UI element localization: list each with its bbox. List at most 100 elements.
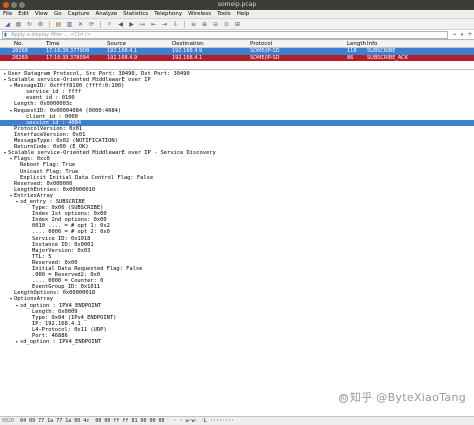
detail-text: Index 1st options: 0x00 <box>32 211 107 218</box>
column-time[interactable]: Time <box>46 41 59 47</box>
apply-filter-arrow-icon[interactable]: → <box>450 31 458 39</box>
detail-text: ReturnCode: 0x00 (E_OK) <box>14 144 89 151</box>
detail-text: Reserved: 0x000000 <box>14 180 73 187</box>
detail-text: Type: 0x04 (IPv4_ENDPOINT) <box>32 314 117 321</box>
column-no[interactable]: No. <box>14 41 23 47</box>
detail-text: User Datagram Protocol, Src Port: 30490,… <box>8 71 190 77</box>
toolbar-separator <box>184 20 185 28</box>
filter-placeholder: Apply a display filter ... <Ctrl-/> <box>11 31 92 38</box>
menu-wireless[interactable]: Wireless <box>188 11 211 17</box>
stop-capture-icon[interactable]: ■ <box>14 20 23 28</box>
restart-capture-icon[interactable]: ↻ <box>25 20 34 28</box>
detail-text: InterfaceVersion: 0x01 <box>14 131 86 138</box>
packet-info: SUBSCRIBE <box>367 48 396 55</box>
packet-bytes-pane: 0020 04 09 77 1a 77 1a 00 4c 00 00 ff ff… <box>0 416 474 425</box>
reload-file-icon[interactable]: ⟳ <box>87 20 96 28</box>
packet-protocol: SOME/IP-SD <box>250 48 280 55</box>
save-file-icon[interactable]: ▥ <box>65 20 74 28</box>
detail-text: Reserved: 0x00 <box>32 259 78 266</box>
go-to-packet-icon[interactable]: ↦ <box>138 20 147 28</box>
menu-view[interactable]: View <box>35 11 48 17</box>
window-title-bar: someip.pcap <box>0 0 474 10</box>
detail-text: IP: 192.168.4.1 <box>32 320 81 327</box>
capture-options-icon[interactable]: ⚙ <box>36 20 45 28</box>
menu-statistics[interactable]: Statistics <box>123 11 148 17</box>
packet-row[interactable]: 28269 17:16:39.378094 192.168.4.9 192.16… <box>0 54 474 61</box>
bookmark-icon[interactable]: ▮ <box>4 32 7 38</box>
detail-text: ProtocolVersion: 0x01 <box>14 125 83 132</box>
packet-no: 28269 <box>12 54 28 61</box>
detail-text: Unicast Flag: True <box>20 168 79 175</box>
detail-text: event_id : 0100 <box>26 95 75 102</box>
detail-text: Length: 0x0000003c <box>14 101 73 108</box>
display-filter-input[interactable]: ▮ Apply a display filter ... <Ctrl-/> <box>2 30 448 39</box>
menu-file[interactable]: File <box>3 11 12 17</box>
maximize-window-button[interactable] <box>19 2 25 8</box>
go-back-icon[interactable]: ◀ <box>116 20 125 28</box>
zoom-out-icon[interactable]: ⊖ <box>211 20 220 28</box>
packet-source: 192.168.4.1 <box>107 48 138 55</box>
detail-text: Instance ID: 0x0001 <box>32 241 94 248</box>
hex-offset: 0020 <box>2 418 15 424</box>
packet-length: 86 <box>347 54 354 61</box>
menu-tools[interactable]: Tools <box>217 11 231 17</box>
detail-text: OptionsArray <box>14 296 53 303</box>
hex-ascii: · · w·w· ·L ········ <box>173 418 234 424</box>
detail-row[interactable]: ▸ sd_option : IPV4_ENDPOINT <box>0 339 474 345</box>
packet-list-empty-area <box>0 61 474 70</box>
packet-list-header: No. Time Source Destination Protocol Len… <box>0 40 474 48</box>
detail-text: 0010 .... = # opt 1: 0x2 <box>32 223 110 230</box>
column-info[interactable]: Info <box>367 41 377 47</box>
main-toolbar: ◢ ■ ↻ ⚙ ▤ ▥ ✕ ⟳ ⌕ ◀ ▶ ↦ ⇤ ⇥ ⇩ ≡ ⊕ ⊖ ⊙ ⊞ <box>0 19 474 30</box>
packet-time: 17:16:39.378094 <box>46 54 90 61</box>
detail-text: sd_entry : SUBSCRIBE <box>20 198 85 205</box>
detail-text: MessageID: 0xffff8100 (ffff:0:100) <box>14 83 125 90</box>
open-file-icon[interactable]: ▤ <box>54 20 63 28</box>
detail-text: .000 = Reserved2: 0x0 <box>32 272 101 279</box>
minimize-window-button[interactable] <box>11 2 17 8</box>
detail-text: Port: 46886 <box>32 333 68 340</box>
watermark: 知知乎 @ByteXiaoTang <box>338 389 466 405</box>
first-packet-icon[interactable]: ⇤ <box>149 20 158 28</box>
close-file-icon[interactable]: ✕ <box>76 20 85 28</box>
detail-text: RequestID: 0x00004084 (0000:4084) <box>14 107 122 114</box>
shark-fin-start-icon[interactable]: ◢ <box>3 20 12 28</box>
detail-text: Reboot Flag: True <box>20 162 76 169</box>
column-protocol[interactable]: Protocol <box>250 41 272 47</box>
menu-capture[interactable]: Capture <box>68 11 90 17</box>
last-packet-icon[interactable]: ⇥ <box>160 20 169 28</box>
column-source[interactable]: Source <box>107 41 126 47</box>
add-filter-button-icon[interactable]: + <box>466 31 474 39</box>
display-filter-bar: ▮ Apply a display filter ... <Ctrl-/> → … <box>0 30 474 40</box>
find-packet-icon[interactable]: ⌕ <box>105 20 114 28</box>
colorize-icon[interactable]: ≡ <box>189 20 198 28</box>
detail-text: service_id : ffff <box>26 89 82 96</box>
menu-go[interactable]: Go <box>54 11 62 17</box>
detail-text: LengthOptions: 0x00000018 <box>14 290 96 297</box>
detail-text: Index 2nd options: 0x00 <box>32 217 107 224</box>
menu-analyze[interactable]: Analyze <box>95 11 117 17</box>
detail-text: Scalable service-Oriented MiddlewarE ove… <box>8 77 151 84</box>
filter-dropdown-icon[interactable]: ▾ <box>458 31 466 39</box>
packet-no: 28268 <box>12 48 28 55</box>
menu-bar: File Edit View Go Capture Analyze Statis… <box>0 10 474 19</box>
menu-telephony[interactable]: Telephony <box>154 11 182 17</box>
column-destination[interactable]: Destination <box>172 41 204 47</box>
menu-edit[interactable]: Edit <box>18 11 29 17</box>
zoom-in-icon[interactable]: ⊕ <box>200 20 209 28</box>
column-length[interactable]: Length <box>347 41 366 47</box>
detail-text: Scalable service-Oriented MiddlewarE ove… <box>8 150 216 157</box>
detail-text: .... 0000 = # opt 2: 0x0 <box>32 229 110 236</box>
detail-text: MessageType: 0x02 (NOTIFICATION) <box>14 138 118 145</box>
packet-time: 17:16:39.377908 <box>46 48 90 55</box>
resize-columns-icon[interactable]: ⊞ <box>233 20 242 28</box>
close-window-button[interactable] <box>3 2 9 8</box>
go-forward-icon[interactable]: ▶ <box>127 20 136 28</box>
detail-text: Initial Data Requested Flag: False <box>32 266 143 272</box>
detail-text: sd_option : IPV4_ENDPOINT <box>20 302 102 309</box>
menu-help[interactable]: Help <box>237 11 250 17</box>
detail-text: EventGroup_ID: 0x1011 <box>32 284 101 291</box>
detail-text: Flags: 0xc0 <box>14 156 50 163</box>
autoscroll-icon[interactable]: ⇩ <box>171 20 180 28</box>
zoom-reset-icon[interactable]: ⊙ <box>222 20 231 28</box>
